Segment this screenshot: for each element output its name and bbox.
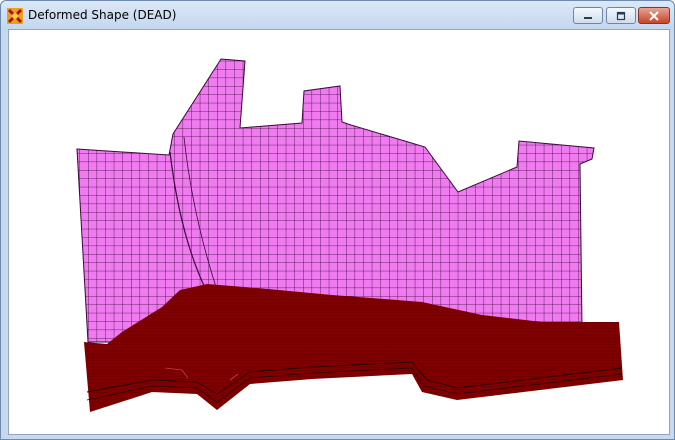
minimize-icon	[584, 16, 592, 19]
window-title: Deformed Shape (DEAD)	[28, 8, 177, 22]
app-window: Deformed Shape (DEAD)	[0, 0, 675, 440]
app-logo-icon[interactable]	[7, 8, 23, 24]
maximize-icon	[616, 11, 626, 20]
title-bar[interactable]: Deformed Shape (DEAD)	[1, 1, 674, 31]
minimize-button[interactable]	[573, 7, 603, 24]
maximize-button[interactable]	[606, 7, 636, 24]
close-button[interactable]	[638, 7, 670, 24]
deformed-mesh-plot[interactable]	[9, 30, 669, 434]
close-icon	[649, 10, 659, 21]
drawing-area[interactable]	[8, 29, 670, 435]
